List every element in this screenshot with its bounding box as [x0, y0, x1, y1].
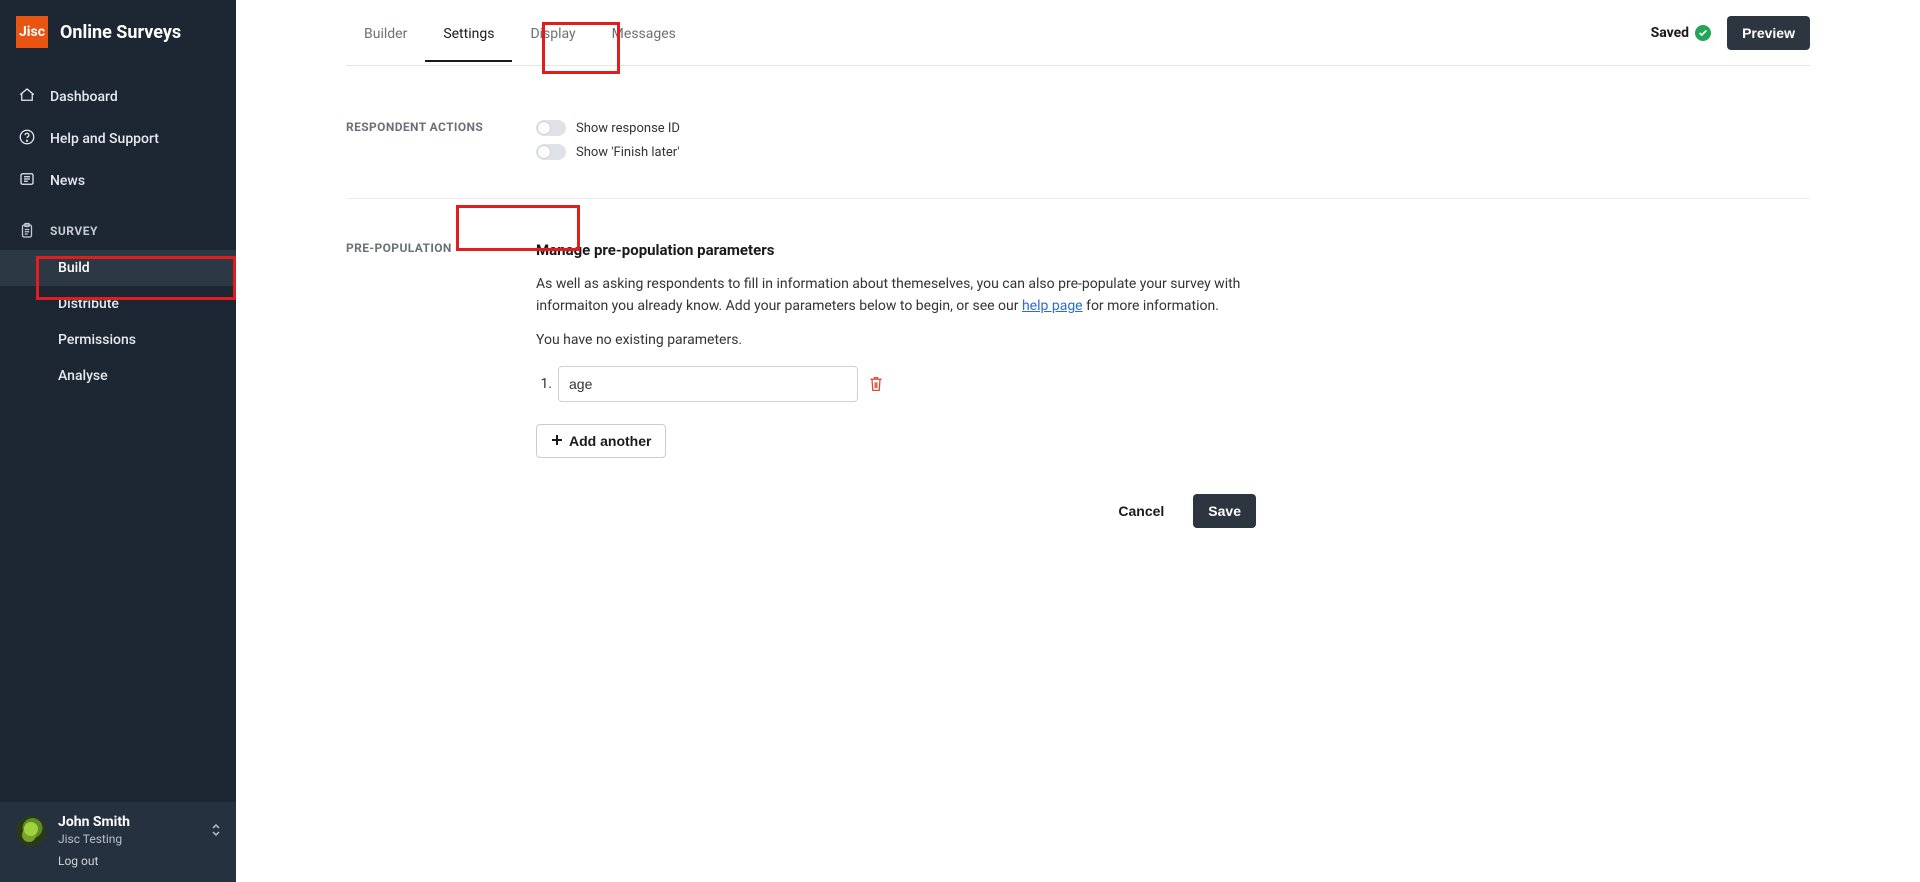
- main: Builder Settings Display Messages Saved …: [236, 0, 1920, 882]
- param-row: 1.: [536, 366, 1810, 402]
- add-another-button[interactable]: Add another: [536, 424, 666, 458]
- nav-label: News: [50, 173, 85, 189]
- prepop-heading: Manage pre-population parameters: [536, 241, 1810, 259]
- logout-link[interactable]: Log out: [58, 854, 130, 868]
- section-survey: SURVEY: [0, 202, 236, 250]
- subnav-build[interactable]: Build: [0, 250, 236, 286]
- trash-icon[interactable]: [868, 375, 884, 393]
- prepop-body: Manage pre-population parameters As well…: [536, 241, 1810, 458]
- saved-label: Saved: [1651, 25, 1689, 41]
- help-icon: [18, 128, 36, 150]
- saved-indicator: Saved: [1651, 25, 1711, 41]
- actions: Cancel Save: [536, 494, 1256, 528]
- sort-icon[interactable]: [210, 822, 220, 842]
- tab-builder[interactable]: Builder: [346, 4, 425, 62]
- check-circle-icon: [1695, 25, 1711, 41]
- settings-body: RESPONDENT ACTIONS Show response ID Show…: [346, 66, 1810, 568]
- brand-title: Online Surveys: [60, 22, 181, 43]
- prepop-text: As well as asking respondents to fill in…: [536, 273, 1256, 318]
- subnav-distribute[interactable]: Distribute: [0, 286, 236, 322]
- tab-messages[interactable]: Messages: [594, 4, 694, 62]
- prepop-text-2: for more information.: [1083, 298, 1219, 314]
- tabs: Builder Settings Display Messages: [346, 4, 694, 62]
- help-page-link[interactable]: help page: [1022, 298, 1083, 314]
- clipboard-icon: [18, 222, 36, 240]
- app-root: Jisc Online Surveys Dashboard Help and S…: [0, 0, 1920, 882]
- avatar: [16, 816, 46, 846]
- subnav-permissions[interactable]: Permissions: [0, 322, 236, 358]
- toggles: Show response ID Show 'Finish later': [536, 120, 1810, 160]
- add-another-row: Add another: [536, 424, 1810, 458]
- toggle-label: Show 'Finish later': [576, 145, 680, 160]
- nav-dashboard[interactable]: Dashboard: [0, 76, 236, 118]
- subnav-analyse[interactable]: Analyse: [0, 358, 236, 394]
- preview-button[interactable]: Preview: [1727, 16, 1810, 50]
- tab-display[interactable]: Display: [512, 4, 593, 62]
- add-another-label: Add another: [569, 433, 651, 449]
- sidebar-spacer: [0, 394, 236, 802]
- param-input[interactable]: [558, 366, 858, 402]
- toggle-show-response-id: Show response ID: [536, 120, 1810, 136]
- user-org: Jisc Testing: [58, 832, 130, 846]
- tabs-row: Builder Settings Display Messages Saved …: [346, 0, 1810, 66]
- survey-subnav: Build Distribute Permissions Analyse: [0, 250, 236, 394]
- divider: [346, 198, 1810, 199]
- brand-logo: Jisc: [16, 16, 48, 48]
- section-prepopulation: PRE-POPULATION Manage pre-population par…: [346, 227, 1810, 472]
- plus-icon: [551, 433, 563, 449]
- main-nav: Dashboard Help and Support News SURVEY B…: [0, 76, 236, 394]
- no-params-text: You have no existing parameters.: [536, 332, 1810, 348]
- respondent-actions-label: RESPONDENT ACTIONS: [346, 120, 536, 160]
- toggle-switch[interactable]: [536, 144, 566, 160]
- nav-help[interactable]: Help and Support: [0, 118, 236, 160]
- nav-label: Dashboard: [50, 89, 118, 105]
- tab-settings[interactable]: Settings: [425, 4, 512, 62]
- section-respondent-actions: RESPONDENT ACTIONS Show response ID Show…: [346, 106, 1810, 174]
- sidebar: Jisc Online Surveys Dashboard Help and S…: [0, 0, 236, 882]
- toggle-label: Show response ID: [576, 121, 680, 136]
- section-title: SURVEY: [50, 224, 98, 238]
- nav-label: Help and Support: [50, 131, 159, 147]
- brand: Jisc Online Surveys: [0, 0, 236, 66]
- param-index: 1.: [536, 376, 552, 392]
- save-button[interactable]: Save: [1193, 494, 1256, 528]
- user-name: John Smith: [58, 814, 130, 830]
- home-icon: [18, 86, 36, 108]
- cancel-button[interactable]: Cancel: [1103, 494, 1179, 528]
- prepop-label: PRE-POPULATION: [346, 241, 536, 458]
- news-icon: [18, 170, 36, 192]
- toggle-show-finish-later: Show 'Finish later': [536, 144, 1810, 160]
- user-meta: John Smith Jisc Testing Log out: [58, 814, 130, 868]
- tabs-right: Saved Preview: [1651, 16, 1810, 50]
- nav-news[interactable]: News: [0, 160, 236, 202]
- user-block[interactable]: John Smith Jisc Testing Log out: [0, 802, 236, 882]
- toggle-switch[interactable]: [536, 120, 566, 136]
